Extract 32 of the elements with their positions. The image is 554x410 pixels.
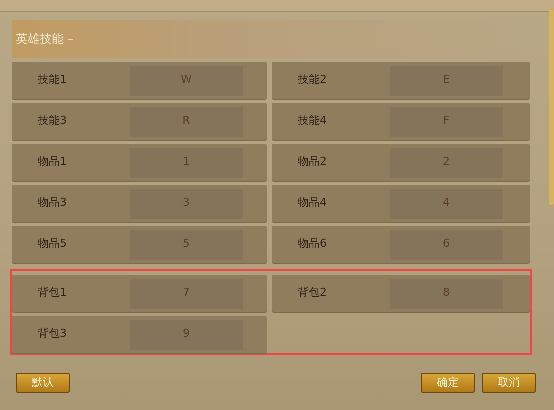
action-button[interactable]: 确定 xyxy=(421,373,475,393)
key-field[interactable]: W xyxy=(130,66,243,96)
action-label: 技能4 xyxy=(297,113,328,130)
action-label: 背包1 xyxy=(37,285,68,302)
action-label: 物品4 xyxy=(297,195,328,212)
action-label: 物品6 xyxy=(297,236,328,252)
key-field[interactable]: 3 xyxy=(130,188,243,218)
section-title: 英雄技能 xyxy=(16,31,64,48)
action-label: 背包3 xyxy=(37,326,68,342)
key-field[interactable]: E xyxy=(390,66,503,96)
action-label: 物品3 xyxy=(37,195,68,212)
collapse-toggle[interactable]: – xyxy=(68,30,74,48)
key-field[interactable]: 2 xyxy=(390,148,503,178)
key-field[interactable]: 6 xyxy=(390,230,503,260)
action-label: 技能2 xyxy=(297,72,328,88)
key-field[interactable]: 7 xyxy=(130,278,243,308)
action-button[interactable]: 默认 xyxy=(16,373,70,393)
action-label: 技能3 xyxy=(37,113,68,130)
key-field[interactable]: R xyxy=(130,106,243,136)
scrollbar-thumb[interactable] xyxy=(549,10,554,205)
action-label: 物品2 xyxy=(297,154,328,170)
action-label: 物品5 xyxy=(37,236,68,252)
action-label: 物品1 xyxy=(37,154,68,170)
key-field[interactable]: 9 xyxy=(130,320,243,350)
action-button[interactable]: 取消 xyxy=(482,373,536,393)
key-field[interactable]: 1 xyxy=(130,148,243,178)
key-field[interactable]: 5 xyxy=(130,230,243,260)
action-label: 技能1 xyxy=(37,72,68,88)
key-field[interactable]: F xyxy=(390,106,503,136)
key-field[interactable]: 4 xyxy=(390,188,503,218)
key-field[interactable]: 8 xyxy=(390,278,503,308)
action-label: 背包2 xyxy=(297,285,328,302)
